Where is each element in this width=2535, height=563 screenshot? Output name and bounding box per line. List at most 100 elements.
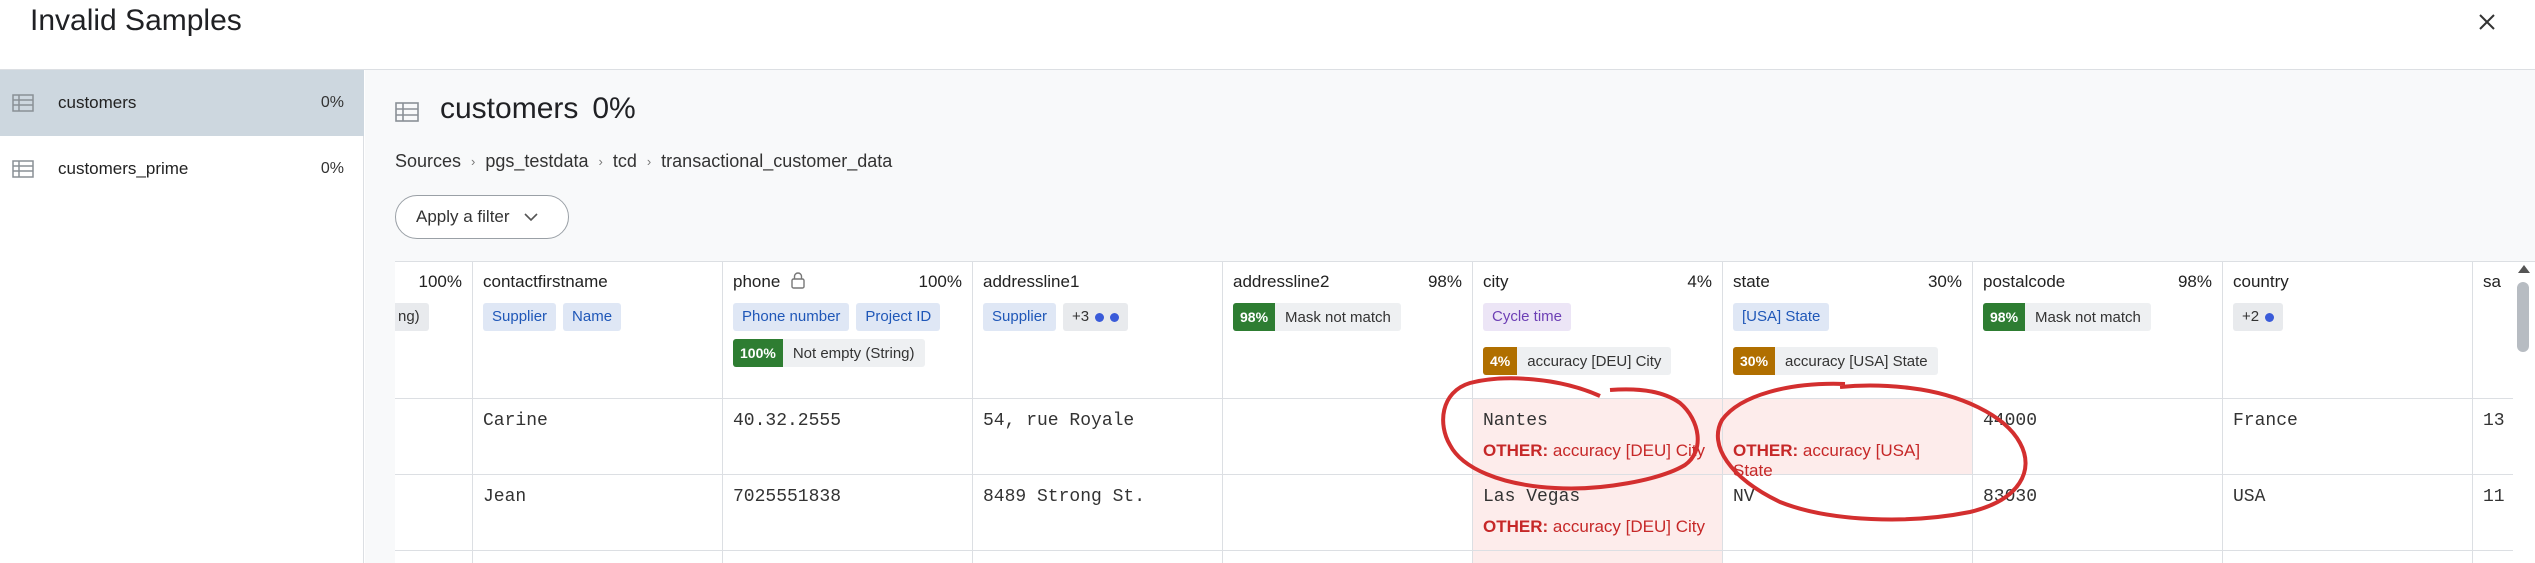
- rule-text: Mask not match: [1285, 308, 1391, 326]
- scrollbar-thumb[interactable]: [2517, 282, 2529, 352]
- table-cell: [1223, 399, 1472, 475]
- rule-text: Mask not match: [2035, 308, 2141, 326]
- column-tag[interactable]: Supplier: [483, 303, 557, 331]
- error-message: OTHER: accuracy [DEU] City: [1483, 517, 1712, 537]
- error-prefix: OTHER:: [1483, 441, 1549, 460]
- dialog-header: Invalid Samples: [0, 0, 2535, 70]
- dialog-title: Invalid Samples: [30, 4, 242, 37]
- more-tags-count: +3: [1072, 308, 1090, 325]
- chevron-right-icon: ›: [646, 154, 652, 169]
- column-header[interactable]: contactfirstname Supplier Name: [473, 262, 722, 399]
- breadcrumb-item[interactable]: tcd: [613, 151, 637, 172]
- table-cell: [1723, 551, 1972, 563]
- page-title-pct: 0%: [592, 92, 636, 125]
- rule-badge: 30%: [1733, 347, 1776, 375]
- rule-chip[interactable]: 98% Mask not match: [1983, 303, 2151, 331]
- table-cell: [973, 551, 1222, 563]
- rule-text: Not empty (String): [792, 344, 915, 362]
- column-pct: 100%: [918, 272, 962, 291]
- column-phone: phone 100% Phone number Project ID 100% N…: [723, 262, 973, 563]
- column-tag[interactable]: Cycle time: [1483, 303, 1572, 331]
- column-pct: 98%: [1427, 272, 1462, 291]
- column-header[interactable]: state 30% [USA] State 30% accuracy [USA] S…: [1723, 262, 1972, 399]
- column-name: phone: [733, 272, 781, 291]
- column-country: country +2 France USA: [2223, 262, 2473, 563]
- table-cell: [1473, 551, 1722, 563]
- column-tag[interactable]: Project ID: [856, 303, 941, 331]
- column-tag[interactable]: [USA] State: [1733, 303, 1830, 331]
- column-header[interactable]: city 4% Cycle time 4% accuracy [DEU] City: [1473, 262, 1722, 399]
- vertical-scrollbar[interactable]: [2513, 262, 2535, 563]
- error-message: OTHER: accuracy [DEU] City: [1483, 441, 1712, 461]
- column-postalcode: postalcode 98% 98% Mask not match 44000 83…: [1973, 262, 2223, 563]
- column-tag[interactable]: Supplier: [983, 303, 1057, 331]
- column-name: state: [1733, 272, 1770, 291]
- column-header[interactable]: 100% ng): [395, 262, 472, 399]
- column-pct: 30%: [1927, 272, 1962, 291]
- error-text: accuracy [DEU] City: [1552, 441, 1705, 460]
- table-cell: USA: [2223, 475, 2472, 551]
- column-name: postalcode: [1983, 272, 2066, 291]
- column-city: city 4% Cycle time 4% accuracy [DEU] City …: [1473, 262, 1723, 563]
- column-header[interactable]: postalcode 98% 98% Mask not match: [1973, 262, 2222, 399]
- error-prefix: OTHER:: [1483, 517, 1549, 536]
- samples-table: 100% ng) contactfirstname Supplier Name …: [395, 261, 2535, 563]
- table-icon: [395, 102, 419, 122]
- rule-chip[interactable]: 30% accuracy [USA] State: [1733, 347, 1938, 375]
- table-cell-invalid: Las Vegas OTHER: accuracy [DEU] City: [1473, 475, 1722, 551]
- column-name: addressline2: [1233, 272, 1330, 291]
- column-pct: 100%: [418, 272, 462, 291]
- close-icon[interactable]: [2469, 4, 2505, 40]
- apply-filter-button[interactable]: Apply a filter: [395, 195, 569, 239]
- chevron-down-icon: [523, 212, 538, 221]
- table-icon: [12, 94, 34, 112]
- rule-chip[interactable]: 98% Mask not match: [1233, 303, 1401, 331]
- rule-badge: 98%: [1233, 303, 1276, 331]
- sidebar-item-label: customers_prime: [58, 159, 189, 178]
- chevron-right-icon: ›: [598, 154, 603, 169]
- column-header[interactable]: addressline1 Supplier +3: [973, 262, 1222, 399]
- page-title: customers 0%: [440, 92, 636, 126]
- rule-badge: 100%: [733, 339, 783, 367]
- table-cell: France: [2223, 399, 2472, 475]
- rule-chip[interactable]: 100% Not empty (String): [733, 339, 925, 367]
- rule-text: accuracy [USA] State: [1785, 352, 1928, 370]
- sidebar-item-pct: 0%: [320, 94, 344, 111]
- error-prefix: OTHER:: [1733, 441, 1799, 460]
- column-header[interactable]: country +2: [2223, 262, 2472, 399]
- sidebar-item-customers[interactable]: customers 0%: [0, 70, 364, 136]
- table-cell: [2223, 551, 2472, 563]
- sidebar: customers 0% customers_prime 0%: [0, 70, 364, 563]
- column-name: sa: [2483, 272, 2501, 291]
- table-cell: [473, 551, 722, 563]
- table-cell: 40.32.2555: [723, 399, 972, 475]
- table-cell-invalid: Nantes OTHER: accuracy [DEU] City: [1473, 399, 1722, 475]
- column-name: city: [1483, 272, 1509, 291]
- column-header[interactable]: addressline2 98% 98% Mask not match: [1223, 262, 1472, 399]
- column-tag[interactable]: Phone number: [733, 303, 850, 331]
- table-cell: 8489 Strong St.: [973, 475, 1222, 551]
- lock-icon: [791, 272, 805, 289]
- table-cell: [1223, 475, 1472, 551]
- breadcrumb-item[interactable]: transactional_customer_data: [661, 151, 892, 172]
- sidebar-item-label: customers: [58, 93, 137, 112]
- cell-value: [1733, 411, 1962, 431]
- column-tag[interactable]: Name: [563, 303, 622, 331]
- column-addressline1: addressline1 Supplier +3 54, rue Royale …: [973, 262, 1223, 563]
- dot-icon: [1095, 312, 1105, 322]
- column-addressline2: addressline2 98% 98% Mask not match: [1223, 262, 1473, 563]
- cell-value: Nantes: [1483, 411, 1548, 431]
- table-cell-invalid: OTHER: accuracy [USA] State: [1723, 399, 1972, 480]
- column-header[interactable]: phone 100% Phone number Project ID 100% N…: [723, 262, 972, 399]
- rule-chip[interactable]: 4% accuracy [DEU] City: [1483, 347, 1672, 375]
- scroll-up-arrow-icon[interactable]: [2518, 265, 2530, 273]
- column-name: addressline1: [983, 272, 1080, 291]
- column-name: country: [2233, 272, 2289, 291]
- more-tags[interactable]: +3: [1063, 303, 1129, 331]
- more-tags[interactable]: +2: [2233, 303, 2284, 331]
- breadcrumb-item[interactable]: pgs_testdata: [485, 151, 588, 172]
- breadcrumb: Sources › pgs_testdata › tcd › transacti…: [395, 151, 892, 172]
- sidebar-item-customers-prime[interactable]: customers_prime 0%: [0, 136, 364, 202]
- breadcrumb-item[interactable]: Sources: [395, 151, 461, 172]
- rule-badge: 98%: [1983, 303, 2026, 331]
